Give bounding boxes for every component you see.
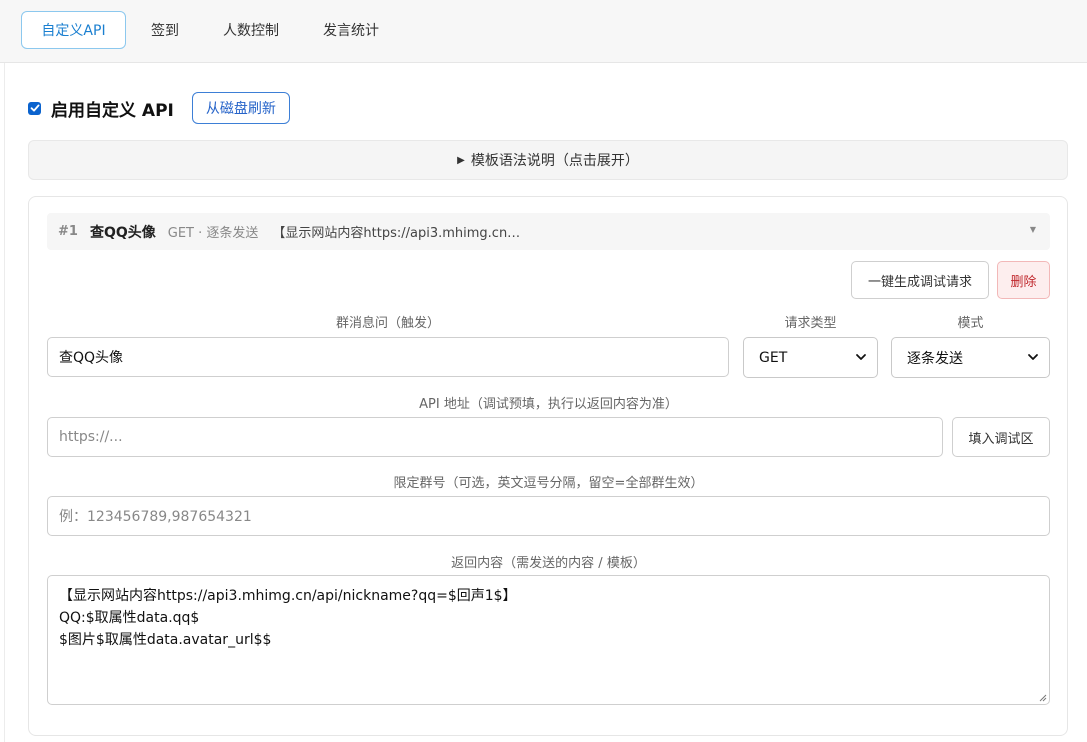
response-line: 【显示网站内容https://api3.mhimg.cn/api/nicknam… (59, 588, 517, 604)
tab-sign-in[interactable]: 签到 (140, 11, 190, 49)
tab-member-control[interactable]: 人数控制 (212, 11, 290, 49)
api-url-input[interactable]: https://... (47, 417, 943, 457)
delete-button[interactable]: 删除 (997, 261, 1050, 299)
trigger-input[interactable]: 查QQ头像 (47, 337, 729, 377)
entry-number: #1 (58, 224, 78, 239)
refresh-from-disk-button[interactable]: 从磁盘刷新 (191, 92, 290, 124)
expand-triangle-icon: ▶ (457, 154, 465, 166)
entry-name: 查QQ头像 (89, 224, 156, 241)
entry-meta: GET · 逐条发送 (167, 226, 259, 241)
group-limit-label: 限定群号（可选，英文逗号分隔，留空=全部群生效） (393, 476, 704, 491)
entry-preview: 【显示网站内容https://api3.mhimg.cn… (272, 226, 521, 241)
group-limit-input[interactable]: 例：123456789,987654321 (47, 496, 1050, 536)
tab-bar: 自定义API 签到 人数控制 发言统计 (0, 0, 1087, 63)
entry-summary[interactable]: #1 查QQ头像 GET · 逐条发送 【显示网站内容https://api3.… (47, 213, 1050, 250)
template-syntax-label: 模板语法说明（点击展开） (470, 153, 639, 169)
response-line: $图片$取属性data.avatar_url$$ (59, 632, 272, 648)
resize-grip-icon[interactable] (1037, 692, 1047, 702)
chevron-down-icon (856, 354, 866, 360)
request-type-label: 请求类型 (784, 316, 837, 331)
enable-row: 启用自定义 API 从磁盘刷新 (28, 92, 290, 124)
content-edge (4, 63, 5, 742)
check-icon (30, 104, 39, 112)
tab-speech-stats[interactable]: 发言统计 (312, 11, 390, 49)
mode-select[interactable]: 逐条发送 (891, 337, 1050, 378)
request-type-value: GET (759, 349, 788, 366)
enable-label: 启用自定义 API (51, 100, 174, 121)
trigger-label: 群消息问（触发） (335, 316, 440, 331)
mode-value: 逐条发送 (907, 350, 963, 367)
api-entry-card: #1 查QQ头像 GET · 逐条发送 【显示网站内容https://api3.… (28, 196, 1068, 736)
template-syntax-toggle[interactable]: ▶ 模板语法说明（点击展开） (28, 140, 1068, 180)
request-type-select[interactable]: GET (743, 337, 878, 378)
mode-label: 模式 (957, 316, 984, 331)
response-textarea[interactable]: 【显示网站内容https://api3.mhimg.cn/api/nicknam… (47, 575, 1050, 705)
generate-debug-request-button[interactable]: 一键生成调试请求 (851, 261, 989, 299)
tab-custom-api[interactable]: 自定义API (21, 11, 126, 49)
enable-checkbox[interactable] (28, 101, 41, 115)
api-url-label: API 地址（调试预填，执行以返回内容为准） (419, 397, 678, 412)
response-line: QQ:$取属性data.qq$ (59, 610, 200, 626)
chevron-down-icon (1028, 354, 1038, 360)
fill-debug-area-button[interactable]: 填入调试区 (952, 417, 1050, 457)
caret-down-icon: ▼ (1029, 225, 1036, 234)
response-label: 返回内容（需发送的内容 / 模板） (451, 556, 646, 571)
